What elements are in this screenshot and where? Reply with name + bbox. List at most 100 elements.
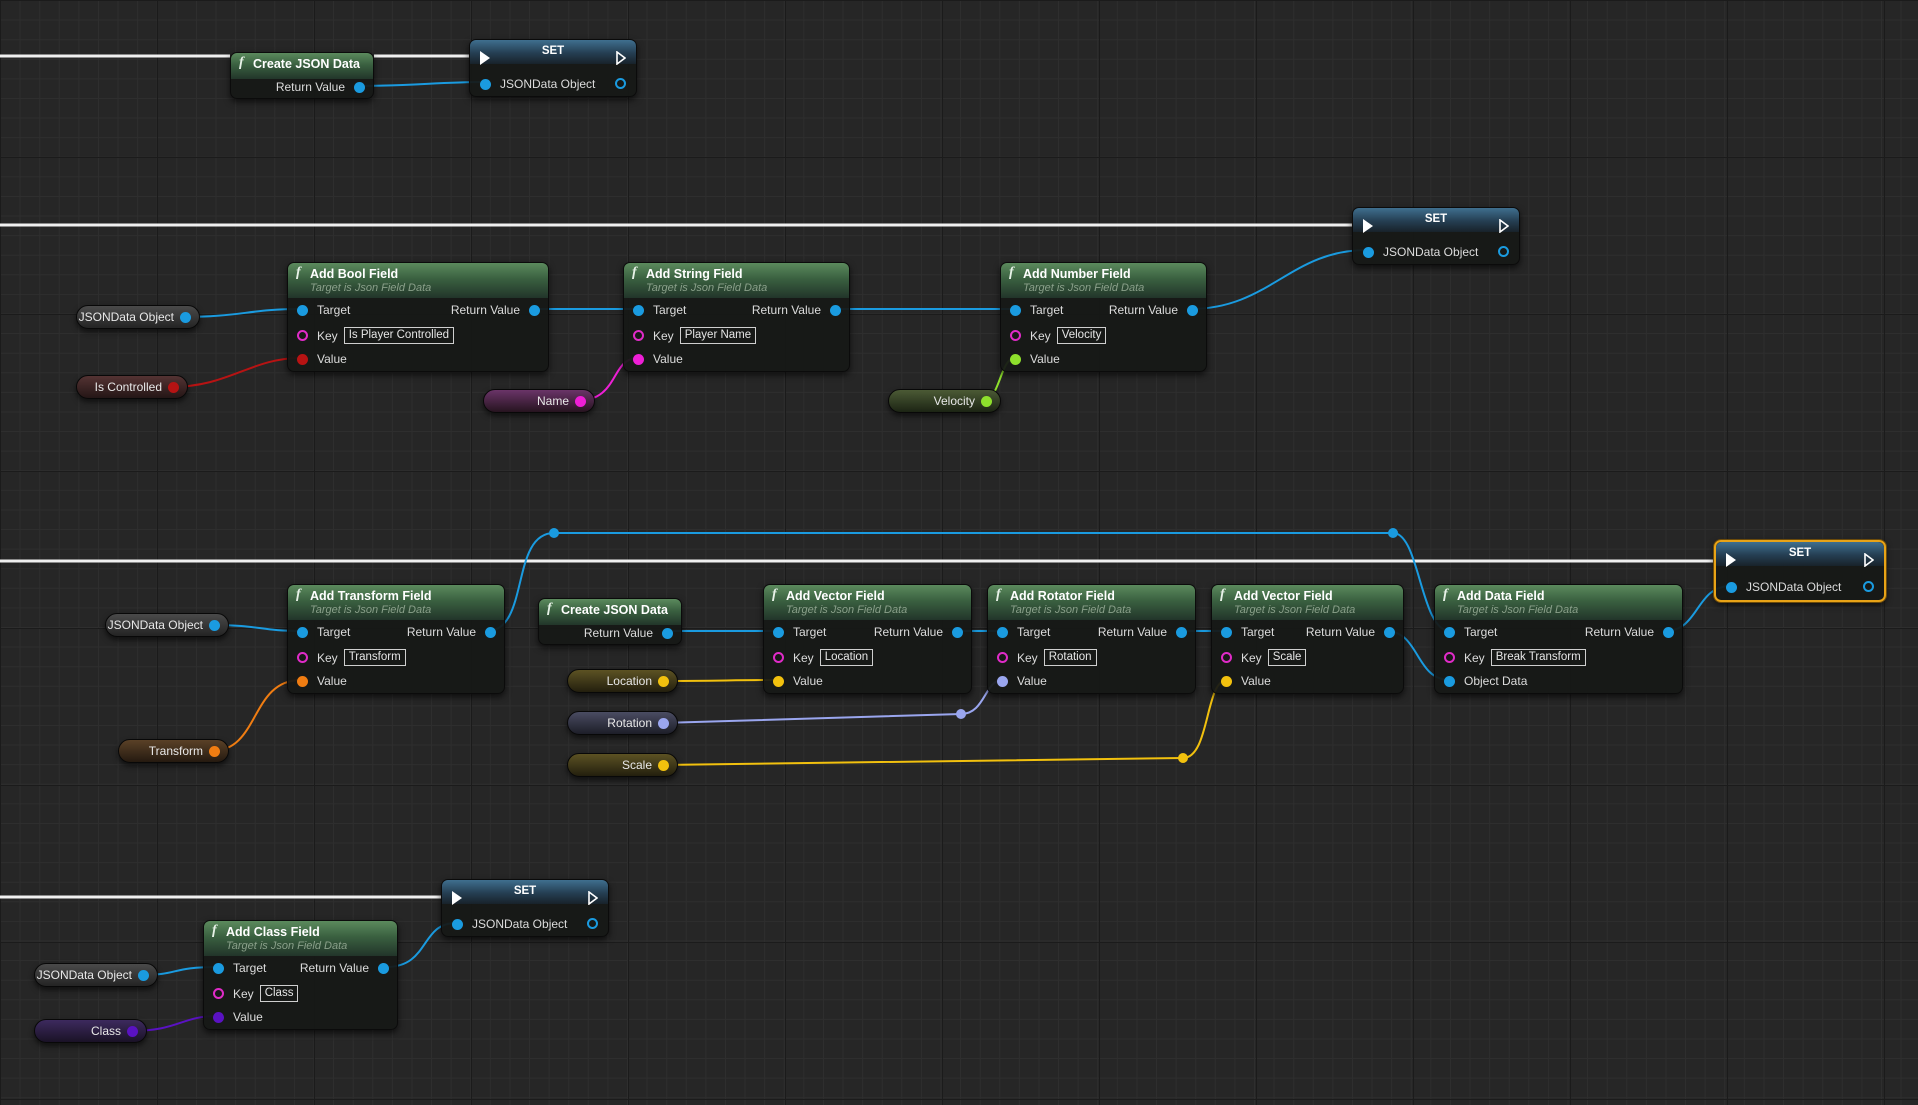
rotator-pin-icon[interactable] [658,717,669,729]
value-pin[interactable]: Value [297,352,347,366]
target-pin[interactable]: Target [297,303,350,317]
bool-pin-icon[interactable] [297,353,308,365]
object-pin-icon[interactable] [1221,626,1232,638]
jsondata-object-variable[interactable]: JSONData Object [76,305,200,329]
return-value-pin[interactable]: Return Value [451,303,540,317]
object-pin-icon[interactable] [485,626,496,638]
exec-in-pin-icon[interactable] [480,51,490,65]
key-input[interactable]: Is Player Controlled [343,327,455,344]
add-class-field-node[interactable]: f Add Class Field Target is Json Field D… [203,920,398,1030]
scale-variable[interactable]: Scale [567,753,678,777]
add-number-field-node[interactable]: f Add Number Field Target is Json Field … [1000,262,1207,372]
jsondata-object-pin[interactable]: JSONData Object [452,917,567,931]
transform-pin-icon[interactable] [209,745,220,757]
key-pin[interactable]: Key Class [213,985,299,1002]
object-pin-icon[interactable] [1010,304,1021,316]
bool-pin-icon[interactable] [168,381,179,393]
object-pin-icon[interactable] [1663,626,1674,638]
add-transform-field-node[interactable]: f Add Transform Field Target is Json Fie… [287,584,505,694]
object-pin-icon[interactable] [952,626,963,638]
rotation-variable[interactable]: Rotation [567,711,678,735]
exec-out-pin-icon[interactable] [588,891,598,905]
string-pin-icon[interactable] [1444,652,1455,663]
key-pin[interactable]: Key Location [773,649,874,666]
object-pin-icon[interactable] [529,304,540,316]
target-pin[interactable]: Target [633,303,686,317]
key-pin[interactable]: Key Transform [297,649,406,666]
return-value-pin[interactable]: Return Value [752,303,841,317]
string-pin-icon[interactable] [297,652,308,663]
target-pin[interactable]: Target [1221,625,1274,639]
object-pin-icon[interactable] [1363,246,1374,258]
string-pin-icon[interactable] [213,988,224,999]
set-node-4[interactable]: SET JSONData Object [441,879,609,937]
vector-pin-icon[interactable] [658,759,669,771]
add-rotator-field-node[interactable]: f Add Rotator Field Target is Json Field… [987,584,1196,694]
key-pin[interactable]: Key Scale [1221,649,1307,666]
string-pin-icon[interactable] [1010,330,1021,341]
return-value-pin[interactable]: Return Value [300,961,389,975]
add-vector-field-scale-node[interactable]: f Add Vector Field Target is Json Field … [1211,584,1404,694]
transform-variable[interactable]: Transform [118,739,229,763]
return-value-pin[interactable]: Return Value [407,625,496,639]
name-variable[interactable]: Name [483,389,595,413]
object-out-pin-icon[interactable] [1498,246,1509,257]
class-pin-icon[interactable] [213,1011,224,1023]
number-pin-icon[interactable] [1010,353,1021,365]
object-pin-icon[interactable] [213,962,224,974]
set-node-1[interactable]: SET JSONData Object [469,39,637,97]
key-input[interactable]: Rotation [1043,649,1097,666]
return-value-pin[interactable]: Return Value [874,625,963,639]
target-pin[interactable]: Target [997,625,1050,639]
string-pin-icon[interactable] [1221,652,1232,663]
number-pin-icon[interactable] [981,395,992,407]
value-pin[interactable]: Value [633,352,683,366]
key-pin[interactable]: Key Player Name [633,327,757,344]
string-pin-icon[interactable] [575,395,586,407]
object-pin-icon[interactable] [662,627,673,639]
key-pin[interactable]: Key Is Player Controlled [297,327,455,344]
value-pin[interactable]: Value [773,674,823,688]
class-pin-icon[interactable] [127,1025,138,1037]
object-data-pin[interactable]: Object Data [1444,674,1527,688]
string-pin-icon[interactable] [773,652,784,663]
object-pin-icon[interactable] [1187,304,1198,316]
object-out-pin-icon[interactable] [587,918,598,929]
object-pin-icon[interactable] [452,918,463,930]
object-pin-icon[interactable] [1384,626,1395,638]
add-bool-field-node[interactable]: f Add Bool Field Target is Json Field Da… [287,262,549,372]
set-node-2[interactable]: SET JSONData Object [1352,207,1520,265]
velocity-variable[interactable]: Velocity [888,389,1001,413]
vector-pin-icon[interactable] [773,675,784,687]
object-pin-icon[interactable] [773,626,784,638]
object-pin-icon[interactable] [180,311,191,323]
is-controlled-variable[interactable]: Is Controlled [76,375,188,399]
key-input[interactable]: Break Transform [1490,649,1586,666]
value-pin[interactable]: Value [297,674,347,688]
object-pin-icon[interactable] [138,969,149,981]
add-vector-field-location-node[interactable]: f Add Vector Field Target is Json Field … [763,584,972,694]
return-value-pin[interactable]: Return Value [1585,625,1674,639]
value-pin[interactable]: Value [213,1010,263,1024]
key-input[interactable]: Scale [1267,649,1307,666]
location-variable[interactable]: Location [567,669,678,693]
object-out-pin-icon[interactable] [1863,581,1874,592]
return-value-pin[interactable]: Return Value [1109,303,1198,317]
exec-in-pin-icon[interactable] [1726,553,1736,567]
key-pin[interactable]: Key Velocity [1010,327,1107,344]
string-pin-icon[interactable] [633,330,644,341]
return-value-pin[interactable]: Return Value [276,80,365,94]
exec-out-pin-icon[interactable] [1864,553,1874,567]
jsondata-object-variable-2[interactable]: JSONData Object [105,613,229,637]
jsondata-object-pin[interactable]: JSONData Object [1726,580,1841,594]
add-string-field-node[interactable]: f Add String Field Target is Json Field … [623,262,850,372]
jsondata-object-pin[interactable]: JSONData Object [480,77,595,91]
object-pin-icon[interactable] [297,626,308,638]
add-data-field-node[interactable]: f Add Data Field Target is Json Field Da… [1434,584,1683,694]
value-pin[interactable]: Value [1010,352,1060,366]
object-pin-icon[interactable] [1444,675,1455,687]
object-pin-icon[interactable] [633,304,644,316]
create-json-data-node-2[interactable]: f Create JSON Data Return Value [538,598,682,645]
target-pin[interactable]: Target [297,625,350,639]
set-node-3[interactable]: SET JSONData Object [1714,540,1886,602]
